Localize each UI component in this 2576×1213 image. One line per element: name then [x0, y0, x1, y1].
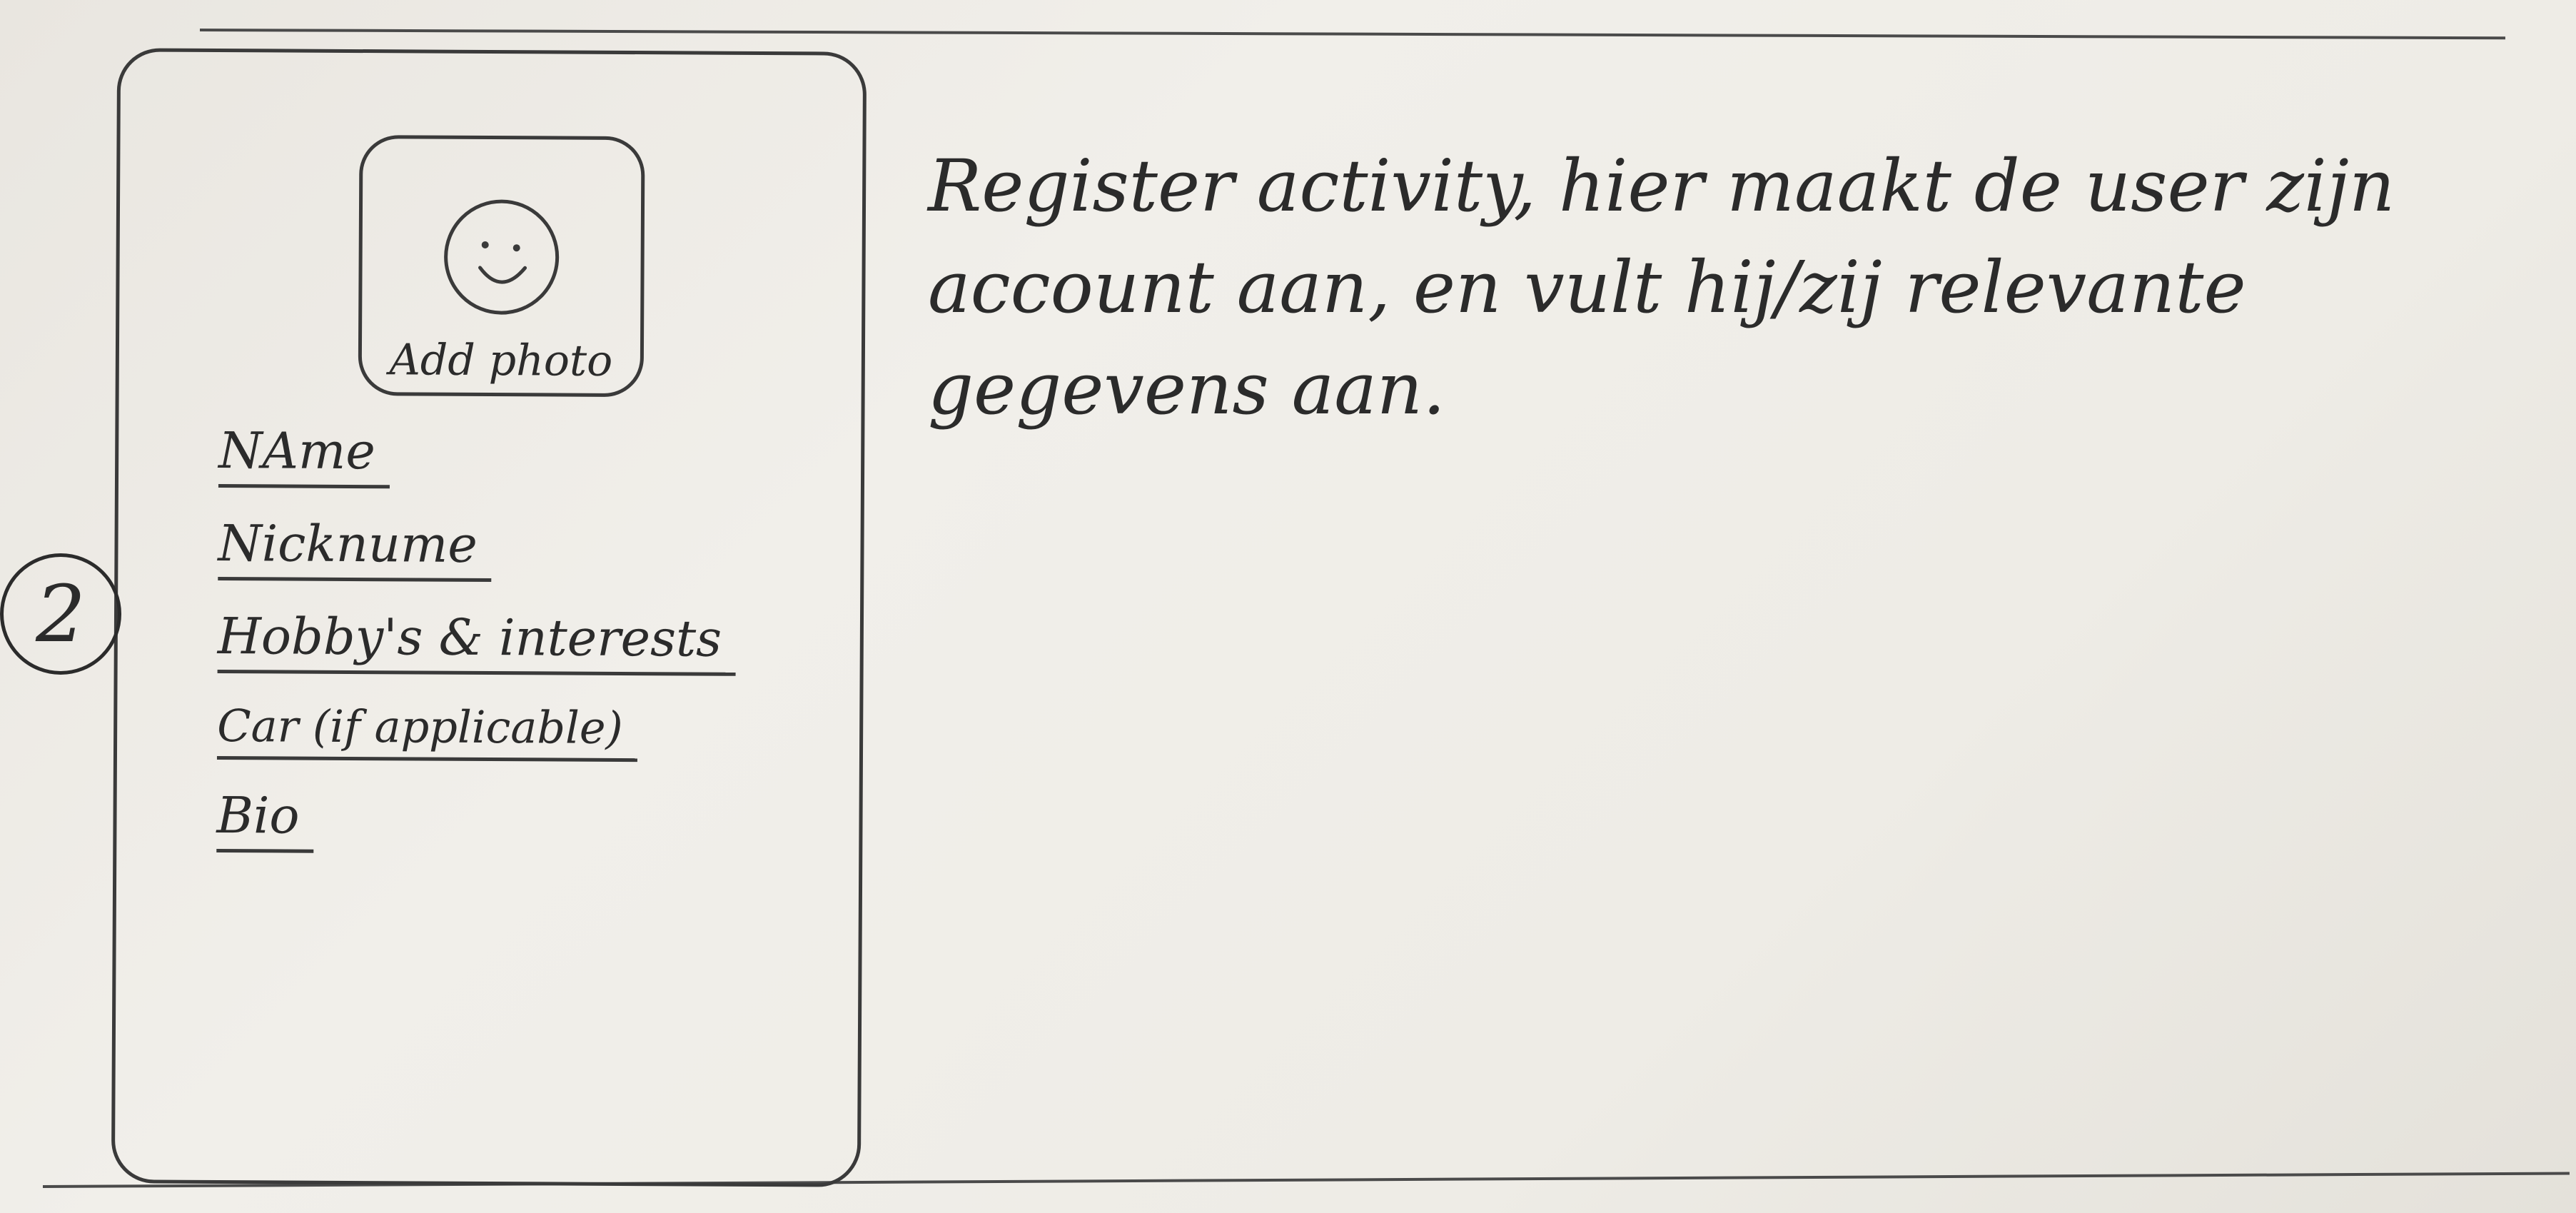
add-photo-label: Add photo [389, 335, 613, 386]
step-number-badge: 2 [0, 553, 121, 675]
top-rule-line [199, 29, 2505, 40]
phone-frame-sketch: Add photo NAme Nicknume Hobby's & intere… [111, 48, 867, 1187]
bio-field-label: Bio [216, 786, 314, 853]
registration-form-fields: NAme Nicknume Hobby's & interests Car (i… [216, 421, 861, 885]
bio-field[interactable]: Bio [216, 786, 859, 856]
handwritten-note: Register activity, hier maakt de user zi… [928, 144, 2395, 431]
name-field[interactable]: NAme [218, 421, 861, 491]
nickname-field-label: Nicknume [218, 514, 492, 583]
car-field-label: Car (if applicable) [216, 700, 637, 762]
car-field[interactable]: Car (if applicable) [216, 700, 859, 763]
hobbies-interests-field-label: Hobby's & interests [217, 607, 737, 676]
hobbies-interests-field[interactable]: Hobby's & interests [217, 607, 860, 677]
name-field-label: NAme [218, 421, 390, 489]
add-photo-button[interactable]: Add photo [358, 135, 645, 398]
nickname-field[interactable]: Nicknume [218, 514, 860, 584]
smiley-face-icon [444, 199, 560, 315]
